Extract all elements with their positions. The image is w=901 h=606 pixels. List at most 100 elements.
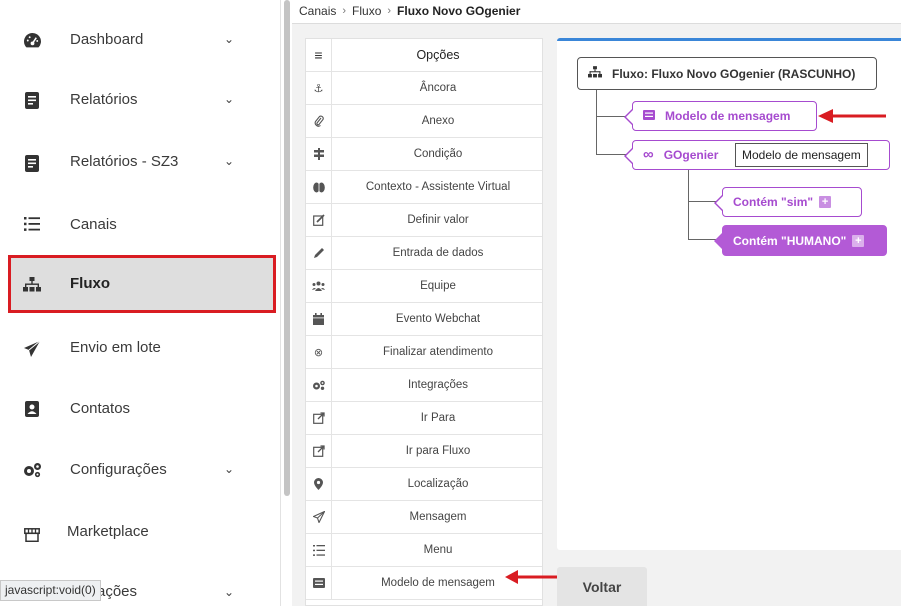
sidebar-item-marketplace[interactable]: Marketplace (0, 503, 280, 563)
option-equipe[interactable]: Equipe (306, 270, 542, 303)
report-icon (22, 90, 42, 110)
option-label: Ir Para (420, 412, 456, 424)
sidebar-item-label: Contatos (70, 400, 131, 417)
flow-root-label: Fluxo: Fluxo Novo GOgenier (RASCUNHO) (612, 66, 856, 81)
dashboard-icon (22, 30, 42, 50)
connector-line (596, 90, 597, 155)
sidebar-item-label: Relatórios (70, 91, 138, 108)
chevron-right-icon: › (387, 5, 392, 17)
options-header: ≡ Opções (306, 39, 542, 72)
flow-root-node[interactable]: Fluxo: Fluxo Novo GOgenier (RASCUNHO) (577, 57, 877, 90)
sidebar-scrollbar[interactable] (284, 0, 290, 496)
sidebar-item-label: Relatórios - SZ3 (70, 153, 179, 170)
anchor-icon: ⚓ (306, 72, 332, 104)
breadcrumb-current: Fluxo Novo GOgenier (397, 4, 521, 18)
sidebar-item-fluxo[interactable]: Fluxo (10, 256, 276, 312)
menu-icon: ≡ (306, 39, 332, 71)
infinity-icon: ∞ (643, 146, 654, 163)
store-icon (22, 525, 42, 545)
option-mensagem[interactable]: Mensagem (306, 501, 542, 534)
option-definir-valor[interactable]: Definir valor (306, 204, 542, 237)
option-localizacao[interactable]: Localização (306, 468, 542, 501)
sidebar-item-label: Fluxo (70, 275, 110, 292)
options-header-label: Opções (416, 48, 460, 62)
sidebar-item-label: Canais (70, 216, 117, 233)
flow-node-modelo-de-mensagem[interactable]: Modelo de mensagem (624, 101, 817, 131)
option-label: Menu (423, 544, 453, 556)
option-label: Contexto - Assistente Virtual (365, 181, 511, 193)
plus-icon[interactable]: + (819, 196, 832, 208)
option-ancora[interactable]: ⚓ Âncora (306, 72, 542, 105)
external-link-icon (306, 402, 332, 434)
sidebar-item-relatorios-sz3[interactable]: Relatórios - SZ3 ⌄ (0, 130, 280, 190)
paperclip-icon (306, 105, 332, 137)
option-evento-webchat[interactable]: Evento Webchat (306, 303, 542, 336)
sitemap-icon (588, 66, 602, 81)
option-label: Condição (413, 148, 463, 160)
paper-plane-icon (22, 339, 42, 359)
option-ir-para[interactable]: Ir Para (306, 402, 542, 435)
flow-node-label: GOgenier (663, 148, 719, 162)
option-label: Mensagem (409, 511, 467, 523)
option-ir-para-fluxo[interactable]: Ir para Fluxo (306, 435, 542, 468)
close-circle-icon: ⊗ (306, 336, 332, 368)
option-integracoes[interactable]: Integrações (306, 369, 542, 402)
option-label: Equipe (420, 280, 456, 292)
option-label: Entrada de dados (392, 247, 484, 259)
breadcrumb-canais[interactable]: Canais (299, 4, 336, 18)
option-anexo[interactable]: Anexo (306, 105, 542, 138)
sidebar-item-canais[interactable]: Canais (0, 194, 280, 254)
chevron-right-icon: › (342, 5, 347, 17)
option-label: Finalizar atendimento (383, 346, 493, 358)
breadcrumb: Canais › Fluxo › Fluxo Novo GOgenier (292, 0, 901, 22)
option-label: Anexo (421, 115, 455, 127)
flow-branch-label: Contém "HUMANO" (733, 233, 847, 248)
chevron-down-icon: ⌄ (224, 154, 235, 168)
sitemap-icon (22, 274, 42, 294)
report-icon (22, 153, 42, 173)
sidebar-item-envio-em-lote[interactable]: Envio em lote (0, 318, 280, 378)
option-label: Definir valor (407, 214, 469, 226)
pencil-icon (306, 237, 332, 269)
brain-icon (306, 171, 332, 203)
chevron-down-icon: ⌄ (224, 585, 235, 599)
breadcrumb-fluxo[interactable]: Fluxo (352, 4, 381, 18)
options-panel: ≡ Opções ⚓ Âncora Anexo Condição Context… (305, 38, 543, 606)
chevron-down-icon: ⌄ (224, 92, 235, 106)
option-contexto[interactable]: Contexto - Assistente Virtual (306, 171, 542, 204)
flow-node-label: Modelo de mensagem (665, 109, 791, 123)
chevron-down-icon: ⌄ (224, 462, 235, 476)
sidebar-item-dashboard[interactable]: Dashboard ⌄ (0, 10, 280, 70)
sidebar: Dashboard ⌄ Relatórios ⌄ Relatórios - SZ… (0, 0, 281, 606)
option-label: Integrações (407, 379, 469, 391)
sidebar-item-label: Envio em lote (70, 339, 161, 356)
tooltip: Modelo de mensagem (735, 143, 868, 167)
plus-icon[interactable]: + (852, 234, 865, 247)
sidebar-item-configuracoes[interactable]: Configurações ⌄ (0, 440, 280, 500)
sidebar-item-label: Configurações (70, 461, 167, 478)
flow-branch-humano[interactable]: Contém "HUMANO" + (714, 225, 887, 256)
option-label: Evento Webchat (395, 313, 481, 325)
option-label: Âncora (419, 82, 457, 94)
option-menu[interactable]: Menu (306, 534, 542, 567)
flow-branch-sim[interactable]: Contém "sim" + (714, 187, 862, 217)
option-label: Localização (407, 478, 469, 490)
chevron-down-icon: ⌄ (224, 32, 235, 46)
send-icon (306, 501, 332, 533)
option-entrada-de-dados[interactable]: Entrada de dados (306, 237, 542, 270)
option-condicao[interactable]: Condição (306, 138, 542, 171)
signpost-icon (306, 138, 332, 170)
option-label: Ir para Fluxo (405, 445, 471, 457)
sidebar-item-label: Marketplace (67, 523, 149, 540)
sidebar-item-contatos[interactable]: Contatos (0, 378, 280, 438)
list-icon (306, 534, 332, 566)
back-button[interactable]: Voltar (557, 567, 647, 606)
calendar-icon (306, 303, 332, 335)
sidebar-item-relatorios[interactable]: Relatórios ⌄ (0, 70, 280, 130)
users-icon (306, 270, 332, 302)
edit-icon (306, 204, 332, 236)
message-template-icon (643, 109, 655, 123)
option-finalizar-atendimento[interactable]: ⊗ Finalizar atendimento (306, 336, 542, 369)
sidebar-item-label: Dashboard (70, 31, 144, 48)
cogs-icon (22, 460, 42, 480)
